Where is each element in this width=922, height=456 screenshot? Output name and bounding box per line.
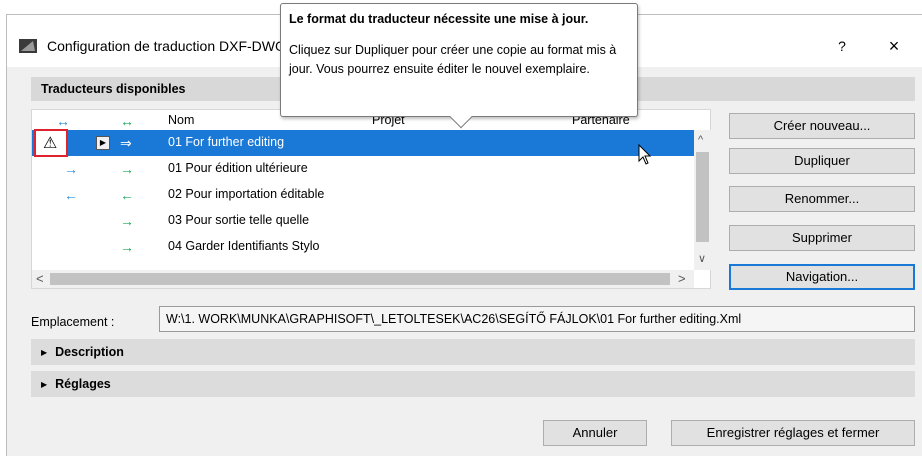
update-required-tooltip: Le format du traducteur nécessite une mi… <box>280 3 638 129</box>
description-section[interactable]: ▶ Description <box>31 339 915 365</box>
duplicate-button[interactable]: Dupliquer <box>729 148 915 174</box>
translator-name: 01 For further editing <box>168 135 285 149</box>
horizontal-scrollbar[interactable]: < > <box>32 270 694 288</box>
col-direction-icon-2[interactable]: ↔ <box>120 113 134 129</box>
expand-caret-icon: ▶ <box>41 380 48 389</box>
horizontal-scroll-thumb[interactable] <box>50 273 670 285</box>
import-arrow-icon: ← <box>64 187 78 203</box>
scroll-left-icon[interactable]: < <box>36 271 44 286</box>
location-label: Emplacement : <box>31 315 115 329</box>
warning-icon: ⚠ <box>43 135 58 152</box>
open-arrow-icon: → <box>64 161 78 177</box>
settings-label: Réglages <box>55 377 111 391</box>
close-button[interactable]: × <box>877 35 911 57</box>
play-icon[interactable]: ▶ <box>96 136 110 150</box>
scroll-right-icon[interactable]: > <box>678 271 686 286</box>
navigation-button[interactable]: Navigation... <box>729 264 915 290</box>
translator-row[interactable]: → 03 Pour sortie telle quelle <box>32 208 694 234</box>
help-button[interactable]: ? <box>827 35 857 57</box>
export-arrow-icon: → <box>120 239 134 255</box>
description-label: Description <box>55 345 124 359</box>
vertical-scrollbar[interactable]: ^ ∨ <box>694 130 711 270</box>
cancel-button[interactable]: Annuler <box>543 420 647 446</box>
archicad-app-icon <box>19 39 37 53</box>
delete-button[interactable]: Supprimer <box>729 225 915 251</box>
mouse-cursor-icon <box>638 144 652 165</box>
translators-list[interactable]: ↔ ↔ Nom Projet Partenaire ⚠ ▶ ⇒ 01 For f… <box>31 109 711 289</box>
tooltip-body: Cliquez sur Dupliquer pour créer une cop… <box>289 43 617 76</box>
export-arrow-icon: → <box>120 161 134 177</box>
col-direction-icon-1[interactable]: ↔ <box>56 113 70 129</box>
translator-name: 01 Pour édition ultérieure <box>168 161 308 175</box>
scroll-down-icon[interactable]: ∨ <box>698 252 706 265</box>
tooltip-title: Le format du traducteur nécessite une mi… <box>289 12 589 26</box>
scroll-up-icon[interactable]: ^ <box>698 134 703 146</box>
save-and-close-button[interactable]: Enregistrer réglages et fermer <box>671 420 915 446</box>
col-header-name[interactable]: Nom <box>168 113 194 127</box>
export-arrow-icon: → <box>120 213 134 229</box>
expand-caret-icon: ▶ <box>41 348 48 357</box>
translator-row[interactable]: → 04 Garder Identifiants Stylo <box>32 234 694 260</box>
translator-row[interactable]: ⚠ ▶ ⇒ 01 For further editing <box>32 129 694 157</box>
rename-button[interactable]: Renommer... <box>729 186 915 212</box>
translator-row[interactable]: → → 01 Pour édition ultérieure <box>32 156 694 182</box>
settings-section[interactable]: ▶ Réglages <box>31 371 915 397</box>
vertical-scroll-thumb[interactable] <box>696 152 709 242</box>
translator-name: 02 Pour importation éditable <box>168 187 325 201</box>
translator-row[interactable]: ← ← 02 Pour importation éditable <box>32 182 694 208</box>
window-title: Configuration de traduction DXF-DWG <box>47 38 286 54</box>
import-arrow-icon: ← <box>120 187 134 203</box>
export-arrow-icon: ⇒ <box>120 135 132 151</box>
translator-name: 04 Garder Identifiants Stylo <box>168 239 320 253</box>
create-new-button[interactable]: Créer nouveau... <box>729 113 915 139</box>
translator-name: 03 Pour sortie telle quelle <box>168 213 310 227</box>
location-path-field: W:\1. WORK\MUNKA\GRAPHISOFT\_LETOLTESEK\… <box>159 306 915 332</box>
